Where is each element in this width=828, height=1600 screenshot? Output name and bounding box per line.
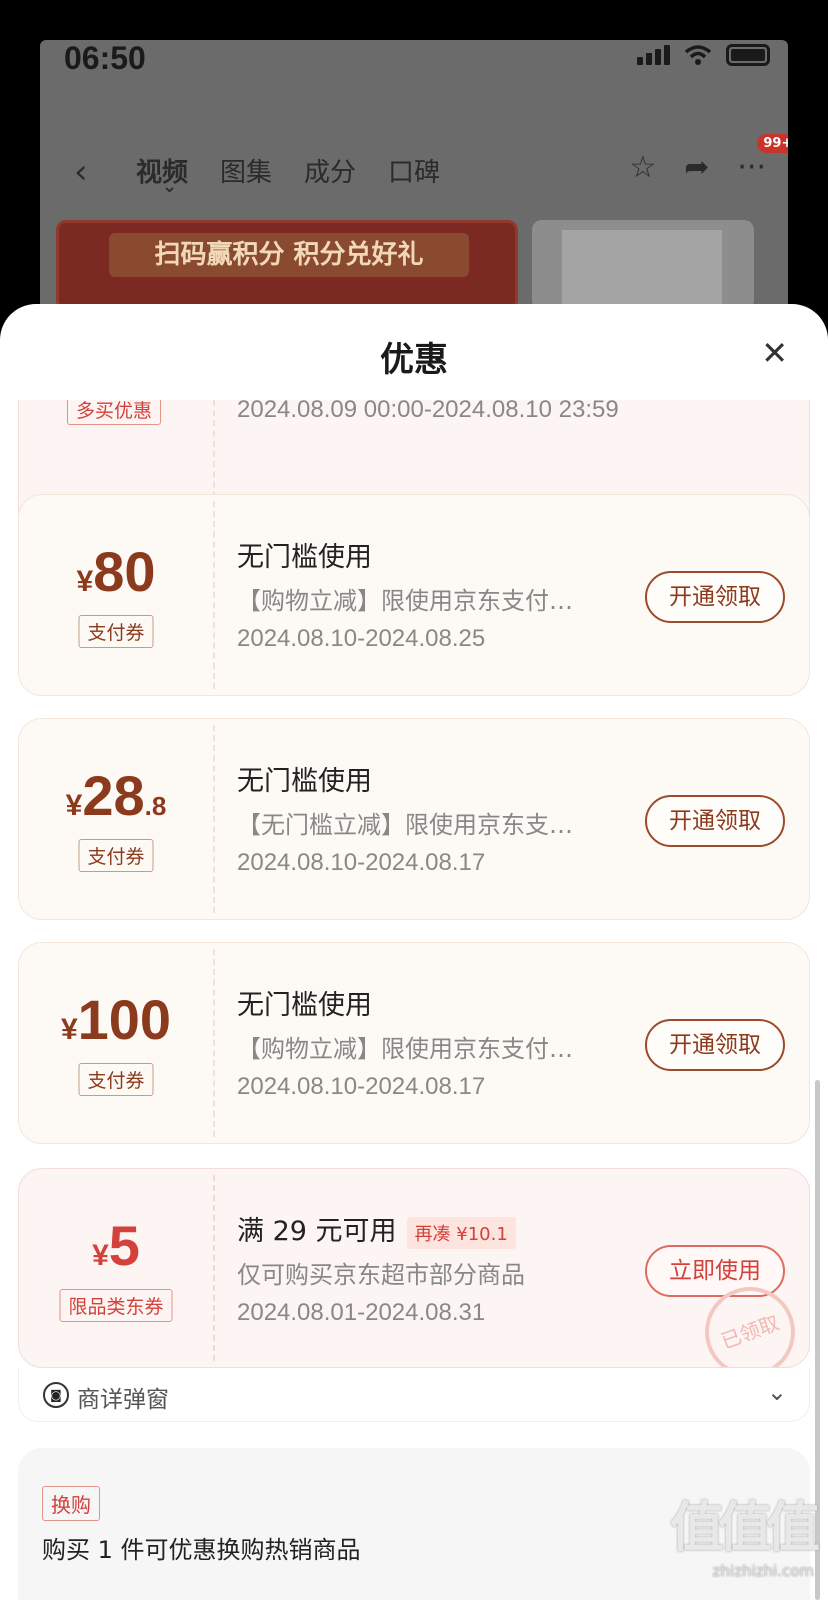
amount-value: 28 xyxy=(82,764,145,827)
coupon-date: 2024.08.10-2024.08.17 xyxy=(237,849,486,876)
coupon-threshold: 满 29 元可用 xyxy=(237,1216,397,1247)
source-label: 商详弹窗 xyxy=(77,1387,169,1413)
coupon-amount: ¥28.8 xyxy=(19,763,213,828)
tab-gallery[interactable]: 图集 xyxy=(220,152,272,189)
report-document xyxy=(562,230,722,310)
nav-tabs: 视频 图集 成分 口碑 xyxy=(136,152,440,197)
coupon-amount-area: ¥100 支付券 xyxy=(19,943,213,1143)
activate-claim-button[interactable]: 开通领取 xyxy=(645,1019,785,1071)
coupon-divider xyxy=(213,949,215,1137)
coupon-desc: 仅可购买京东超市部分商品 xyxy=(237,1261,525,1289)
coupon-desc: 【无门槛立减】限使用京东支… xyxy=(237,811,573,839)
add-more-tag: 再凑 ¥10.1 xyxy=(406,1216,516,1249)
coupon-desc: 【购物立减】限使用京东支付… xyxy=(237,1035,573,1063)
chevron-down-icon[interactable]: ⌄ xyxy=(767,1378,787,1406)
coupon-type-tag: 支付券 xyxy=(78,1063,154,1096)
coupon-amount: ¥5 xyxy=(19,1213,213,1278)
swap-text: 购买 1 件可优惠换购热销商品 xyxy=(42,1536,361,1564)
coupon-amount: ¥80 xyxy=(19,539,213,604)
status-time: 06:50 xyxy=(64,40,146,76)
battery-icon xyxy=(726,44,770,66)
currency-symbol: ¥ xyxy=(76,565,94,598)
coupon-title: 无门槛使用 xyxy=(237,542,372,573)
promo-banner[interactable]: 扫码赢积分 积分兑好礼 xyxy=(56,220,518,310)
coupon-amount-area: ¥80 支付券 xyxy=(19,495,213,695)
coupon-date: 2024.08.10-2024.08.17 xyxy=(237,1073,486,1100)
coupon-type-tag: 支付券 xyxy=(78,615,154,648)
amount-value: 100 xyxy=(77,988,172,1051)
coupon-date: 2024.08.01-2024.08.31 xyxy=(237,1299,486,1326)
watermark-logo: 值值值 xyxy=(670,1496,820,1559)
coupon-title: 无门槛使用 xyxy=(237,766,372,797)
amount-value: 5 xyxy=(108,1214,140,1277)
close-icon[interactable]: ✕ xyxy=(761,334,788,372)
currency-symbol: ¥ xyxy=(65,789,83,822)
coupon-title: 满 29 元可用 再凑 ¥10.1 xyxy=(237,1209,516,1249)
tab-reviews[interactable]: 口碑 xyxy=(388,152,440,189)
coupon-card: ¥28.8 支付券 无门槛使用 【无门槛立减】限使用京东支… 2024.08.1… xyxy=(18,718,810,920)
coupon-date: 2024.08.10-2024.08.25 xyxy=(237,625,486,652)
coupon-desc: 【购物立减】限使用京东支付… xyxy=(237,587,573,615)
currency-symbol: ¥ xyxy=(60,1013,78,1046)
scrollbar[interactable] xyxy=(815,1080,820,1600)
message-badge: 99+ xyxy=(757,134,788,153)
currency-symbol: ¥ xyxy=(92,1239,109,1272)
banner-text: 扫码赢积分 积分兑好礼 xyxy=(109,233,469,277)
nav-actions: ☆ ➦ ··· 99+ xyxy=(629,134,788,185)
amount-decimal: .8 xyxy=(144,791,167,821)
coupon-type-tag: 限品类东券 xyxy=(59,1289,173,1322)
coupon-divider xyxy=(213,725,215,913)
coupon-list[interactable]: 多买优惠 2024.08.09 00:00-2024.08.10 23:59 ¥… xyxy=(0,400,828,1600)
star-icon[interactable]: ☆ xyxy=(629,150,656,185)
status-bar: 06:50 xyxy=(40,40,788,100)
report-thumbnail[interactable] xyxy=(532,220,754,310)
activate-claim-button[interactable]: 开通领取 xyxy=(645,571,785,623)
tab-video[interactable]: 视频 xyxy=(136,152,188,197)
tab-ingredients[interactable]: 成分 xyxy=(304,152,356,189)
coupon-divider xyxy=(213,1175,215,1361)
coupon-amount-area: ¥28.8 支付券 xyxy=(19,719,213,919)
coupon-divider xyxy=(213,501,215,689)
swap-tag: 换购 xyxy=(42,1486,100,1521)
coupon-card: ¥80 支付券 无门槛使用 【购物立减】限使用京东支付… 2024.08.10-… xyxy=(18,494,810,696)
share-icon[interactable]: ➦ xyxy=(684,150,709,185)
discount-sheet: 优惠 ✕ 多买优惠 2024.08.09 00:00-2024.08.10 23… xyxy=(0,304,828,1600)
product-nav: ‹ 视频 图集 成分 口碑 ☆ ➦ ··· 99+ xyxy=(40,134,788,200)
coupon-type-tag: 支付券 xyxy=(78,839,154,872)
coupon-amount-area: ¥5 限品类东券 xyxy=(19,1169,213,1367)
status-icons xyxy=(637,44,770,66)
coupon-card: ¥100 支付券 无门槛使用 【购物立减】限使用京东支付… 2024.08.10… xyxy=(18,942,810,1144)
source-bar[interactable]: ◙ 商详弹窗 ⌄ xyxy=(18,1368,810,1422)
coupon-card: ¥5 限品类东券 满 29 元可用 再凑 ¥10.1 仅可购买京东超市部分商品 2… xyxy=(18,1168,810,1368)
coupon-title: 无门槛使用 xyxy=(237,990,372,1021)
activate-claim-button[interactable]: 开通领取 xyxy=(645,795,785,847)
source-icon: ◙ xyxy=(43,1382,69,1408)
watermark: 值值值 zhizhizhi.com xyxy=(670,1483,820,1580)
more-icon[interactable]: ··· 99+ xyxy=(737,134,788,185)
amount-value: 80 xyxy=(93,540,156,603)
coupon-date: 2024.08.09 00:00-2024.08.10 23:59 xyxy=(237,400,619,423)
signal-icon xyxy=(637,45,670,65)
coupon-amount: ¥100 xyxy=(19,987,213,1052)
wifi-icon xyxy=(684,45,712,65)
watermark-url: zhizhizhi.com xyxy=(712,1562,814,1580)
sheet-title: 优惠 xyxy=(380,340,448,380)
coupon-type-tag: 多买优惠 xyxy=(67,400,162,425)
back-icon[interactable]: ‹ xyxy=(74,152,88,192)
